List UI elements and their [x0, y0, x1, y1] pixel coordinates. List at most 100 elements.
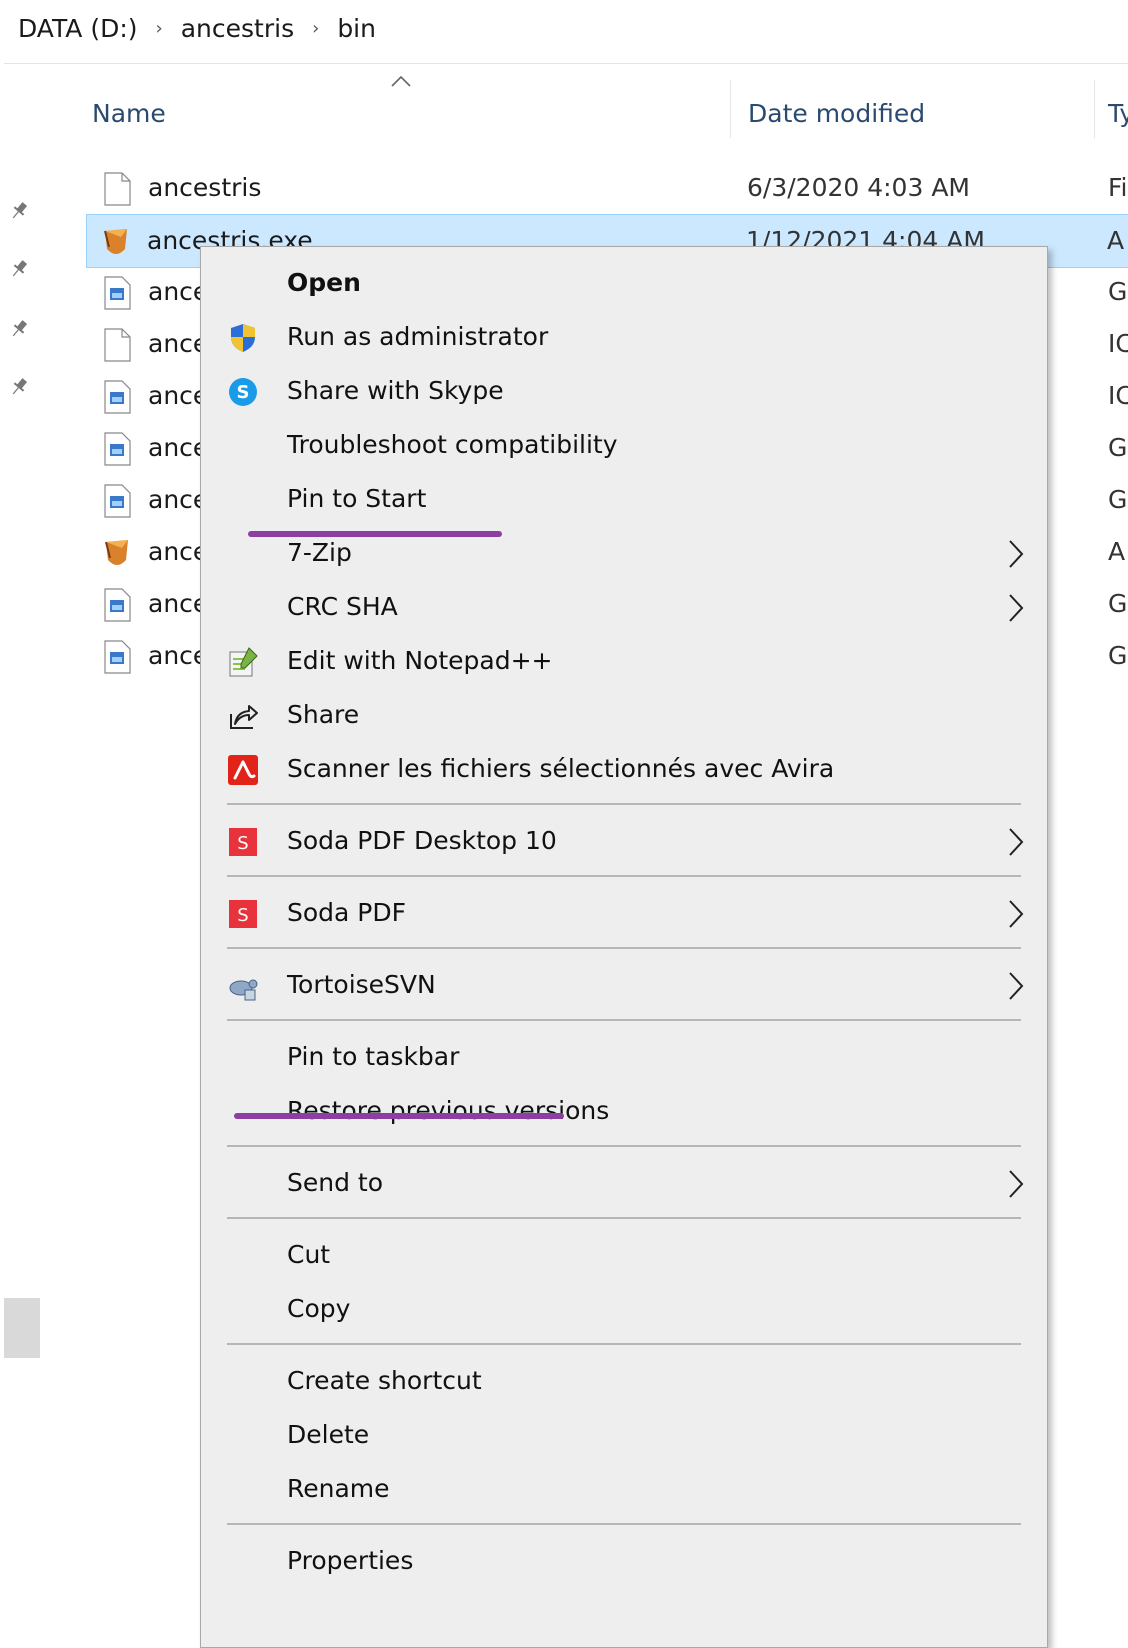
app-icon — [105, 540, 128, 565]
file-type: IC — [1108, 329, 1128, 358]
chevron-right-icon[interactable]: › — [312, 18, 319, 39]
menu-item-label: Run as administrator — [287, 322, 549, 351]
menu-item-pin-to-start[interactable]: Pin to Start — [201, 473, 1047, 525]
menu-item-label: Copy — [287, 1294, 351, 1323]
underline-annotation-pin-to-taskbar — [234, 1113, 564, 1119]
file-name: ancestris — [148, 173, 262, 202]
menu-item-label: Cut — [287, 1240, 331, 1269]
menu-item-label: Scanner les fichiers sélectionnés avec A… — [287, 754, 835, 783]
skype-icon: S — [229, 378, 257, 406]
menu-item-run-as-administrator[interactable]: Run as administrator — [201, 311, 1047, 363]
column-header-date-modified[interactable]: Date modified — [748, 88, 925, 138]
chevron-right-icon — [1009, 900, 1024, 928]
menu-item-label: TortoiseSVN — [287, 970, 436, 999]
soda-pdf-icon: S — [229, 900, 257, 928]
image-file-icon — [104, 640, 131, 674]
menu-item-label: CRC SHA — [287, 592, 398, 621]
chevron-right-icon — [1009, 1170, 1024, 1198]
uac-shield-icon — [231, 324, 255, 352]
file-type: G — [1108, 589, 1128, 618]
menu-item-edit-with-notepad[interactable]: Edit with Notepad++ — [201, 635, 1047, 687]
menu-separator — [227, 1343, 1021, 1345]
underline-annotation-pin-to-start — [248, 531, 502, 537]
menu-item-create-shortcut[interactable]: Create shortcut — [201, 1355, 1047, 1407]
blank-file-icon — [104, 328, 131, 362]
chevron-right-icon — [1009, 594, 1024, 622]
breadcrumb-divider — [4, 63, 1128, 64]
menu-item-label: Restore previous versions — [287, 1096, 610, 1125]
file-type: G — [1108, 485, 1128, 514]
menu-item-delete[interactable]: Delete — [201, 1409, 1047, 1461]
menu-item-label: Share — [287, 700, 360, 729]
chevron-right-icon[interactable]: › — [156, 18, 163, 39]
menu-item-label: Create shortcut — [287, 1366, 482, 1395]
column-header-name[interactable]: Name — [92, 88, 166, 138]
column-divider[interactable] — [1094, 80, 1095, 138]
column-header-type[interactable]: Ty — [1108, 88, 1128, 138]
menu-item-label: Pin to Start — [287, 484, 427, 513]
menu-item-pin-to-taskbar[interactable]: Pin to taskbar — [201, 1031, 1047, 1083]
scrollbar-thumb[interactable] — [4, 1298, 40, 1358]
notepad-plus-plus-icon — [229, 647, 258, 677]
svg-text:S: S — [237, 833, 248, 854]
menu-separator — [227, 947, 1021, 949]
file-type: G — [1108, 641, 1128, 670]
menu-item-cut[interactable]: Cut — [201, 1229, 1047, 1281]
menu-item-restore-previous-versions[interactable]: Restore previous versions — [201, 1085, 1047, 1137]
file-type: A — [1107, 226, 1125, 255]
menu-item-label: Edit with Notepad++ — [287, 646, 553, 675]
file-row[interactable]: ancestris 6/3/2020 4:03 AM Fi — [88, 162, 1128, 214]
menu-item-label: Share with Skype — [287, 376, 504, 405]
menu-item-soda-pdf[interactable]: S Soda PDF — [201, 887, 1047, 939]
file-date: 6/3/2020 4:03 AM — [747, 173, 970, 202]
menu-separator — [227, 1217, 1021, 1219]
pin-icon[interactable] — [8, 200, 30, 222]
menu-item-label: Rename — [287, 1474, 390, 1503]
breadcrumb-item-bin[interactable]: bin — [337, 14, 376, 43]
breadcrumb: DATA (D:) › ancestris › bin — [18, 8, 376, 48]
image-file-icon — [104, 276, 131, 310]
pin-icon[interactable] — [8, 318, 30, 340]
pin-icon[interactable] — [8, 258, 30, 280]
sort-ascending-icon[interactable] — [390, 74, 412, 88]
context-menu: Open Run as administrator S Share with S… — [200, 246, 1048, 1648]
svg-text:S: S — [237, 905, 248, 926]
chevron-right-icon — [1009, 972, 1024, 1000]
image-file-icon — [104, 432, 131, 466]
menu-separator — [227, 803, 1021, 805]
soda-pdf-icon: S — [229, 828, 257, 856]
menu-item-soda-pdf-desktop[interactable]: S Soda PDF Desktop 10 — [201, 815, 1047, 867]
blank-file-icon — [104, 172, 131, 206]
menu-item-scan-avira[interactable]: Scanner les fichiers sélectionnés avec A… — [201, 743, 1047, 795]
menu-item-share-with-skype[interactable]: S Share with Skype — [201, 365, 1047, 417]
menu-item-copy[interactable]: Copy — [201, 1283, 1047, 1335]
column-divider[interactable] — [730, 80, 731, 138]
file-type: IC — [1108, 381, 1128, 410]
menu-separator — [227, 1019, 1021, 1021]
menu-item-tortoisesvn[interactable]: TortoiseSVN — [201, 959, 1047, 1011]
breadcrumb-item-ancestris[interactable]: ancestris — [181, 14, 294, 43]
menu-item-label: Send to — [287, 1168, 384, 1197]
menu-separator — [227, 875, 1021, 877]
menu-item-properties[interactable]: Properties — [201, 1535, 1047, 1587]
app-icon — [104, 229, 127, 254]
image-file-icon — [104, 484, 131, 518]
image-file-icon — [104, 380, 131, 414]
menu-item-share[interactable]: Share — [201, 689, 1047, 741]
tortoisesvn-icon — [229, 979, 258, 1001]
menu-item-open[interactable]: Open — [201, 257, 1047, 309]
menu-item-troubleshoot-compatibility[interactable]: Troubleshoot compatibility — [201, 419, 1047, 471]
chevron-right-icon — [1009, 828, 1024, 856]
file-type: Fi — [1108, 173, 1128, 202]
menu-item-label: Troubleshoot compatibility — [287, 430, 618, 459]
menu-item-rename[interactable]: Rename — [201, 1463, 1047, 1515]
pin-icon[interactable] — [8, 376, 30, 398]
file-type: A — [1108, 537, 1126, 566]
menu-item-crc-sha[interactable]: CRC SHA — [201, 581, 1047, 633]
svg-text:S: S — [237, 382, 250, 403]
menu-item-send-to[interactable]: Send to — [201, 1157, 1047, 1209]
menu-item-label: Open — [287, 268, 361, 297]
breadcrumb-item-drive[interactable]: DATA (D:) — [18, 14, 138, 43]
menu-item-label: Soda PDF — [287, 898, 407, 927]
menu-separator — [227, 1523, 1021, 1525]
